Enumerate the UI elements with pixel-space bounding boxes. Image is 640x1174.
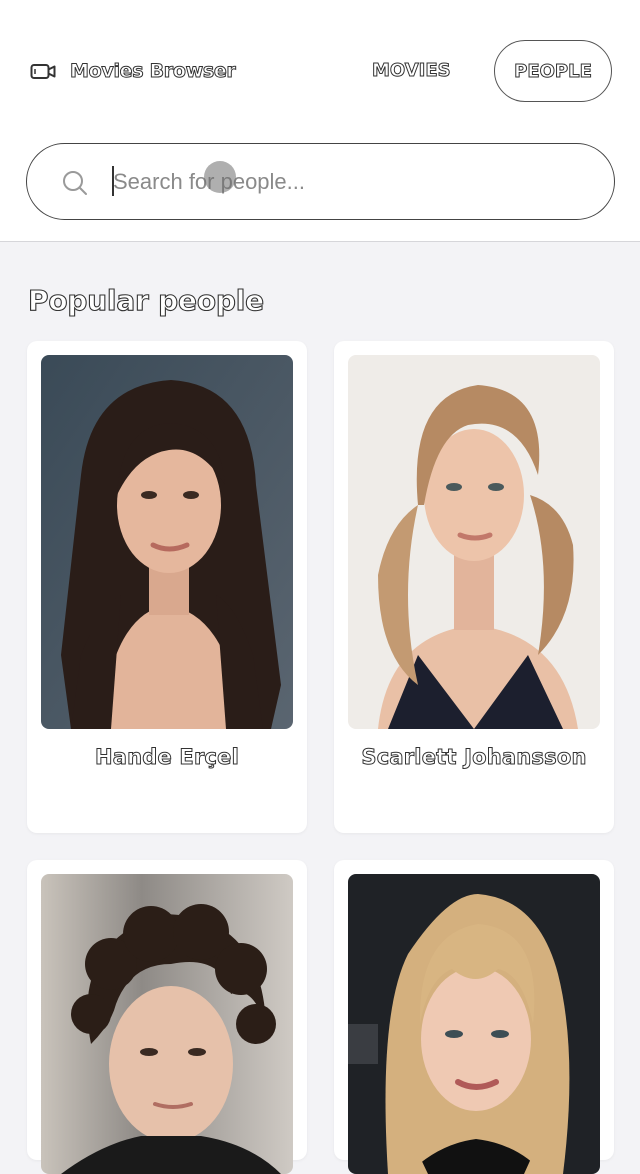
person-card[interactable]: Hande Erçel <box>27 341 307 833</box>
search-input[interactable] <box>111 162 581 202</box>
person-name: Hande Erçel <box>94 745 240 770</box>
person-card[interactable]: Scarlett Johansson <box>334 341 614 833</box>
touch-indicator <box>204 161 236 193</box>
nav-people-link[interactable]: PEOPLE <box>494 40 612 102</box>
person-photo <box>348 874 600 1174</box>
video-camera-icon <box>30 64 56 79</box>
nav-people-label: PEOPLE <box>514 60 593 82</box>
person-card[interactable] <box>334 860 614 1174</box>
search-bar[interactable] <box>26 143 615 220</box>
app-title: Movies Browser <box>70 60 237 83</box>
person-photo <box>41 355 293 729</box>
app-header: Movies Browser MOVIES PEOPLE <box>0 0 640 242</box>
nav-movies-link[interactable]: MOVIES <box>372 58 452 84</box>
person-card[interactable] <box>27 860 307 1174</box>
person-photo <box>41 874 293 1174</box>
person-photo <box>348 355 600 729</box>
search-icon <box>63 171 87 195</box>
section-title: Popular people <box>27 283 264 317</box>
brand[interactable]: Movies Browser <box>30 58 236 84</box>
text-caret <box>112 166 114 196</box>
person-name: Scarlett Johansson <box>361 745 587 770</box>
